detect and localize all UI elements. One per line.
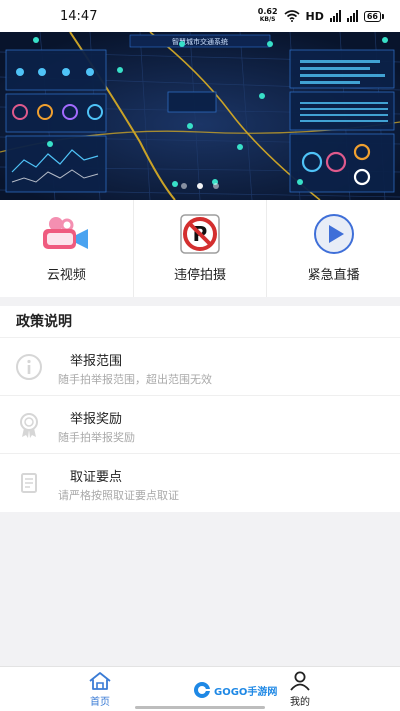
document-icon [14, 468, 44, 498]
carousel-dot-3 [213, 183, 219, 189]
tab-mine[interactable]: 我的 [270, 671, 330, 708]
net-speed-unit: KB/S [259, 16, 276, 23]
net-speed-value: 0.62 [257, 7, 278, 16]
policy-item-report-reward[interactable]: 举报奖励 随手拍举报奖励 [0, 396, 400, 454]
status-time: 14:47 [60, 8, 98, 24]
user-icon [290, 671, 310, 691]
home-icon [89, 672, 111, 690]
policy-item-subtitle: 随手拍举报范围，超出范围无效 [58, 373, 212, 386]
hd-badge: HD [305, 9, 324, 23]
cloud-video-button[interactable]: 云视频 [0, 200, 134, 297]
policy-item-title: 举报范围 [70, 354, 123, 369]
battery-level: 66 [363, 10, 381, 22]
wifi-icon [283, 10, 300, 22]
emergency-live-label: 紧急直播 [307, 268, 360, 283]
status-bar: 14:47 0.62 KB/S HD 66 [0, 0, 400, 32]
gogo-logo-icon [194, 682, 210, 698]
signal-icon-2 [346, 10, 358, 22]
policy-item-title: 举报奖励 [70, 412, 123, 427]
illegal-parking-button[interactable]: P 违停拍摄 [134, 200, 268, 297]
signal-icon-1 [329, 10, 341, 22]
status-icons: 0.62 KB/S HD 66 [258, 8, 384, 24]
watermark-text: GOGO手游网 [214, 686, 278, 698]
cloud-video-label: 云视频 [46, 268, 86, 283]
policy-item-title: 取证要点 [70, 470, 123, 485]
policy-item-subtitle: 随手拍举报奖励 [58, 431, 135, 444]
camera-icon [41, 214, 91, 254]
carousel-dot-2 [197, 183, 203, 189]
play-icon [309, 214, 359, 254]
illegal-parking-label: 违停拍摄 [174, 268, 227, 283]
city-traffic-map-image: 智慧城市交通系统 [0, 32, 400, 200]
policy-item-report-scope[interactable]: 举报范围 随手拍举报范围，超出范围无效 [0, 338, 400, 396]
policy-title: 政策说明 [0, 306, 400, 338]
award-icon [14, 410, 44, 440]
policy-item-evidence-points[interactable]: 取证要点 请严格按照取证要点取证 [0, 454, 400, 512]
policy-item-subtitle: 请严格按照取证要点取证 [58, 489, 179, 502]
home-indicator [135, 706, 265, 709]
watermark-logo: GOGO手游网 [193, 681, 277, 699]
battery-icon: 66 [363, 10, 384, 22]
quick-actions: 云视频 P 违停拍摄 紧急直播 [0, 200, 400, 297]
net-speed: 0.62 KB/S [258, 8, 278, 24]
banner-carousel[interactable]: 智慧城市交通系统 [0, 32, 400, 200]
info-icon [14, 352, 44, 382]
tab-home-label: 首页 [90, 697, 110, 708]
carousel-dot-1 [181, 183, 187, 189]
tab-mine-label: 我的 [290, 697, 310, 708]
emergency-live-button[interactable]: 紧急直播 [267, 200, 400, 297]
tab-home[interactable]: 首页 [70, 671, 130, 708]
no-parking-icon: P [175, 214, 225, 254]
policy-section: 政策说明 举报范围 随手拍举报范围，超出范围无效 举报奖励 随手拍举报奖励 取证… [0, 306, 400, 512]
